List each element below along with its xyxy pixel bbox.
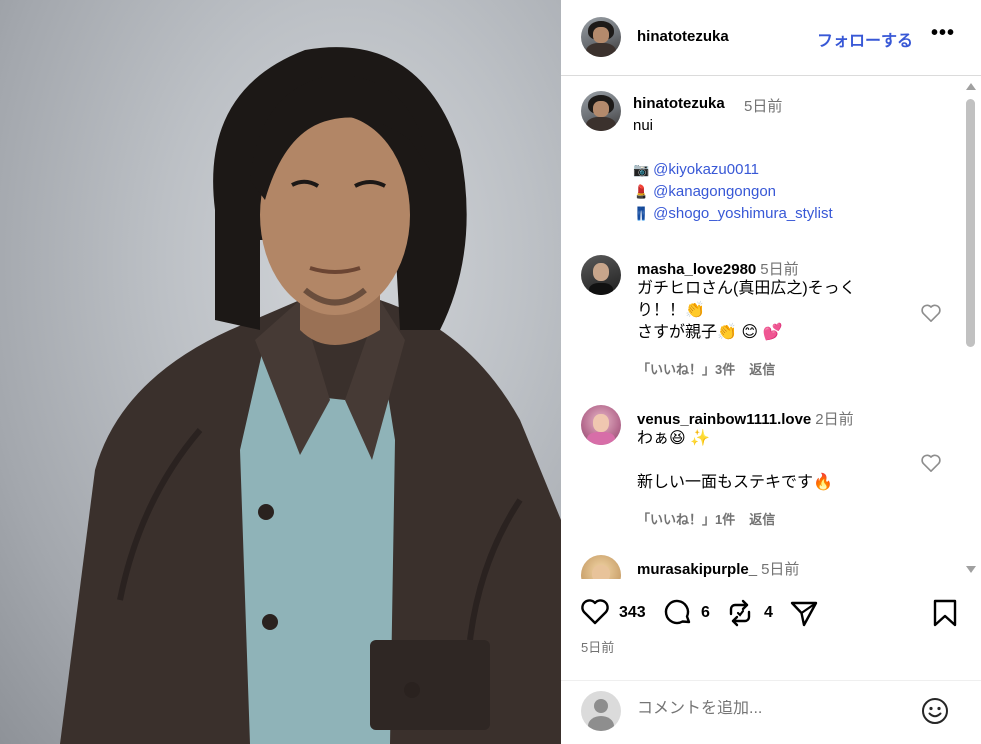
credit-makeup: 💄 @kanagongongon	[633, 181, 776, 203]
comment-input[interactable]	[637, 700, 897, 718]
comment-like-heart-icon[interactable]	[920, 453, 942, 473]
caption-avatar[interactable]	[581, 91, 621, 131]
author-avatar[interactable]	[581, 17, 621, 57]
comment-text-line: わぁ😆 ✨	[637, 430, 711, 447]
scrollbar-thumb[interactable]	[966, 99, 975, 347]
comment-likes[interactable]: 「いいね！」1件	[637, 512, 735, 527]
jeans-icon: 👖	[633, 206, 650, 221]
more-options-icon[interactable]: •••	[931, 22, 955, 45]
comment-username[interactable]: masha_love2980 5日前	[637, 258, 799, 279]
add-comment-bar	[561, 680, 981, 744]
author-username[interactable]: hinatotezuka	[637, 28, 729, 45]
repost-icon[interactable]	[725, 598, 755, 628]
comments-list[interactable]: hinatotezuka 5日前 nui 📷 @kiyokazu0011 💄 @…	[561, 77, 981, 579]
comment-text-line: り！！👏	[637, 302, 705, 319]
post-header: hinatotezuka フォローする •••	[561, 0, 981, 76]
commenter-avatar[interactable]	[581, 255, 621, 295]
comment-username[interactable]: venus_rainbow1111.love 2日前	[637, 408, 854, 429]
reply-button[interactable]: 返信	[749, 512, 775, 527]
lipstick-icon: 💄	[633, 184, 650, 199]
comment-username[interactable]: murasakipurple_ 5日前	[637, 558, 799, 579]
commenter-avatar[interactable]	[581, 555, 621, 579]
mention-link[interactable]: @kiyokazu0011	[653, 161, 759, 178]
portrait-image	[60, 47, 561, 744]
camera-icon: 📷	[633, 162, 650, 177]
scroll-up-arrow-icon[interactable]	[966, 83, 976, 90]
reply-button[interactable]: 返信	[749, 362, 775, 377]
caption-text: nui	[633, 117, 654, 134]
mention-link[interactable]: @shogo_yoshimura_stylist	[653, 205, 832, 222]
like-count[interactable]: 343	[619, 604, 646, 622]
comment-likes[interactable]: 「いいね！」3件	[637, 362, 735, 377]
mention-link[interactable]: @kanagongongon	[653, 183, 776, 200]
comment-time: 2日前	[815, 411, 854, 428]
repost-count[interactable]: 4	[764, 604, 773, 622]
commenter-avatar[interactable]	[581, 405, 621, 445]
caption-time: 5日前	[744, 98, 783, 115]
comment-text-line: さすが親子👏 😊 💕	[637, 324, 783, 341]
comment-count[interactable]: 6	[701, 604, 710, 622]
credit-photographer: 📷 @kiyokazu0011	[633, 159, 759, 181]
comment-bubble-icon[interactable]	[663, 598, 693, 628]
caption-username[interactable]: hinatotezuka	[633, 95, 725, 112]
post-timestamp: 5日前	[581, 640, 615, 655]
post-photo[interactable]	[0, 0, 561, 744]
comment-like-heart-icon[interactable]	[920, 303, 942, 323]
comment-meta: 「いいね！」1件 返信	[637, 509, 789, 528]
comment-meta: 「いいね！」3件 返信	[637, 359, 789, 378]
scroll-down-arrow-icon[interactable]	[966, 566, 976, 573]
send-icon[interactable]	[789, 598, 819, 628]
follow-button[interactable]: フォローする	[817, 27, 913, 51]
smiley-icon[interactable]	[920, 696, 950, 726]
current-user-avatar	[581, 691, 621, 731]
comment-time: 5日前	[760, 261, 799, 278]
bookmark-icon[interactable]	[932, 598, 958, 628]
credit-stylist: 👖 @shogo_yoshimura_stylist	[633, 203, 833, 225]
comments-scrollbar[interactable]	[962, 77, 979, 579]
comment-text-line: ガチヒロさん(真田広之)そっく	[637, 280, 856, 297]
post-actions-bar: 343 6 4	[561, 580, 981, 640]
comment-time: 5日前	[761, 561, 800, 578]
post-side-panel: hinatotezuka フォローする ••• hinatotezuka 5日前…	[561, 0, 981, 744]
comment-text-line: 新しい一面もステキです🔥	[637, 474, 833, 491]
heart-icon[interactable]	[580, 598, 610, 626]
